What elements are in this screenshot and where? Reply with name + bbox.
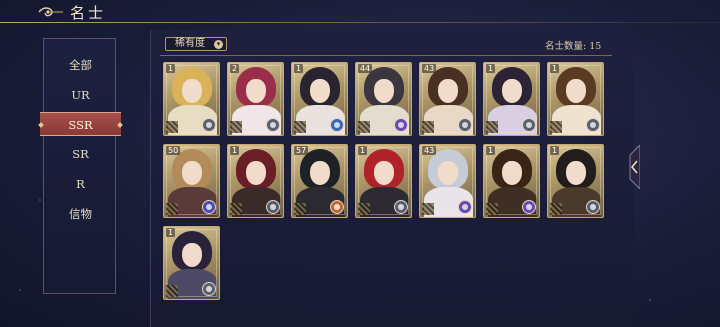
- level-badge: 1: [294, 64, 304, 73]
- character-card[interactable]: 44: [355, 62, 412, 136]
- level-badge: 1: [486, 64, 496, 73]
- element-orb-icon: [202, 282, 216, 296]
- character-card[interactable]: 1: [547, 62, 604, 136]
- character-card[interactable]: 1: [163, 62, 220, 136]
- character-card[interactable]: 57: [291, 144, 348, 218]
- element-orb-icon: [586, 200, 600, 214]
- element-orb-icon: [394, 118, 408, 132]
- level-badge: 57: [294, 146, 309, 155]
- back-icon[interactable]: [38, 5, 64, 19]
- level-badge: 2: [230, 64, 240, 73]
- character-card[interactable]: 1: [227, 144, 284, 218]
- level-badge: 1: [550, 64, 560, 73]
- element-orb-icon: [458, 200, 472, 214]
- level-badge: 1: [486, 146, 496, 155]
- faction-flag-icon: [230, 203, 242, 215]
- sidebar-item-ur[interactable]: UR: [44, 83, 117, 107]
- character-card[interactable]: 1: [483, 144, 540, 218]
- level-badge: 44: [358, 64, 373, 73]
- faction-flag-icon: [294, 203, 306, 215]
- level-badge: 1: [230, 146, 240, 155]
- faction-flag-icon: [166, 121, 178, 133]
- faction-flag-icon: [294, 121, 306, 133]
- sort-label: 稀有度: [175, 38, 205, 49]
- level-badge: 43: [422, 146, 437, 155]
- sidebar-item-token[interactable]: 信物: [44, 202, 117, 226]
- faction-flag-icon: [358, 121, 370, 133]
- element-orb-icon: [202, 200, 216, 214]
- page-title: 名士: [70, 4, 107, 22]
- character-card[interactable]: 1: [547, 144, 604, 218]
- element-orb-icon: [330, 200, 344, 214]
- element-orb-icon: [202, 118, 216, 132]
- faction-flag-icon: [422, 203, 434, 215]
- rarity-sidebar: 全部 UR SSR SR R 信物: [40, 38, 121, 294]
- sidebar-item-ssr[interactable]: SSR: [40, 112, 121, 136]
- faction-flag-icon: [166, 285, 178, 297]
- character-card[interactable]: 43: [419, 144, 476, 218]
- character-card[interactable]: 1: [355, 144, 412, 218]
- level-badge: 1: [166, 64, 176, 73]
- level-badge: 50: [166, 146, 181, 155]
- element-orb-icon: [330, 118, 344, 132]
- character-card[interactable]: 1: [163, 226, 220, 300]
- level-badge: 1: [550, 146, 560, 155]
- sidebar-item-all[interactable]: 全部: [44, 53, 117, 77]
- faction-flag-icon: [230, 121, 242, 133]
- sidebar-item-sr[interactable]: SR: [44, 142, 117, 166]
- element-orb-icon: [522, 200, 536, 214]
- element-orb-icon: [458, 118, 472, 132]
- level-badge: 1: [358, 146, 368, 155]
- element-orb-icon: [586, 118, 600, 132]
- character-count: 名士数量: 15: [545, 41, 602, 52]
- level-badge: 43: [422, 64, 437, 73]
- character-card[interactable]: 1: [483, 62, 540, 136]
- character-card[interactable]: 50: [163, 144, 220, 218]
- level-badge: 1: [166, 228, 176, 237]
- header-bar: 名士: [0, 0, 720, 24]
- sidebar-item-r[interactable]: R: [44, 172, 117, 196]
- character-card[interactable]: 1: [291, 62, 348, 136]
- element-orb-icon: [522, 118, 536, 132]
- faction-flag-icon: [550, 203, 562, 215]
- panel-divider: [160, 55, 612, 56]
- chevron-down-icon: ▾: [214, 40, 223, 49]
- character-card[interactable]: 2: [227, 62, 284, 136]
- expand-tab-icon[interactable]: [626, 145, 640, 189]
- faction-flag-icon: [358, 203, 370, 215]
- faction-flag-icon: [550, 121, 562, 133]
- faction-flag-icon: [166, 203, 178, 215]
- faction-flag-icon: [486, 203, 498, 215]
- character-card[interactable]: 43: [419, 62, 476, 136]
- element-orb-icon: [266, 200, 280, 214]
- header-divider: [0, 22, 720, 23]
- element-orb-icon: [266, 118, 280, 132]
- faction-flag-icon: [486, 121, 498, 133]
- sort-rarity-button[interactable]: 稀有度 ▾: [165, 37, 227, 51]
- faction-flag-icon: [422, 121, 434, 133]
- element-orb-icon: [394, 200, 408, 214]
